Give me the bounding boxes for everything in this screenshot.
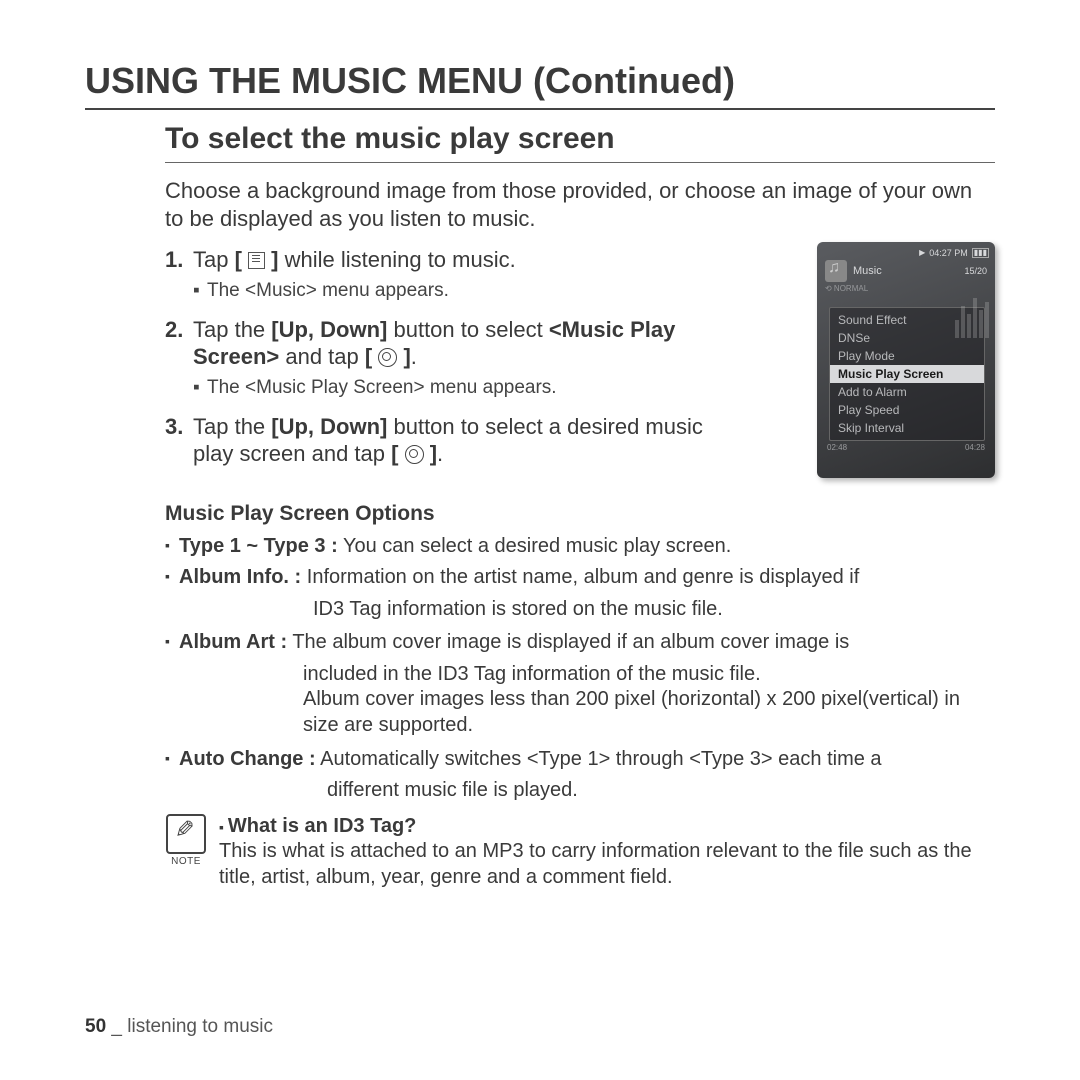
device-menu-item: Skip Interval	[830, 419, 984, 437]
option-album-art: ▪Album Art : The album cover image is di…	[165, 630, 995, 656]
option-type: ▪Type 1 ~ Type 3 : You can select a desi…	[165, 534, 995, 560]
note-question: What is an ID3 Tag?	[228, 815, 417, 837]
page-title: USING THE MUSIC MENU (Continued)	[85, 60, 995, 110]
menu-icon	[248, 252, 265, 269]
step-3: 3. Tap the [Up, Down] button to select a…	[165, 413, 725, 468]
step-1-sub: ▪The <Music> menu appears.	[193, 280, 725, 302]
note-icon	[166, 814, 206, 854]
device-menu-item: Music Play Screen	[830, 365, 984, 383]
option-auto-change-cont: different music file is played.	[327, 778, 995, 804]
select-icon	[378, 348, 397, 367]
note-body: This is what is attached to an MP3 to ca…	[219, 840, 972, 888]
track-count: 15/20	[964, 266, 987, 276]
step-2: 2. Tap the [Up, Down] button to select <…	[165, 316, 725, 371]
note-block: NOTE ▪ What is an ID3 Tag? This is what …	[165, 814, 995, 891]
time-elapsed: 02:48	[827, 443, 847, 452]
music-note-icon	[825, 260, 847, 282]
select-icon	[405, 445, 424, 464]
device-menu-item: Play Speed	[830, 401, 984, 419]
option-auto-change: ▪Auto Change : Automatically switches <T…	[165, 747, 995, 773]
equalizer-icon	[955, 290, 991, 338]
option-album-info: ▪Album Info. : Information on the artist…	[165, 565, 995, 591]
device-menu-item: Play Mode	[830, 347, 984, 365]
section-title: To select the music play screen	[165, 122, 995, 163]
options-heading: Music Play Screen Options	[165, 502, 995, 526]
device-time: 04:27 PM	[929, 248, 968, 258]
step-2-sub: ▪The <Music Play Screen> menu appears.	[193, 377, 725, 399]
note-label: NOTE	[165, 856, 207, 867]
step-1: 1. Tap [ ] while listening to music.	[165, 246, 725, 274]
device-music-label: Music	[853, 265, 882, 277]
battery-icon: ▮▮▮	[972, 248, 989, 258]
intro-text: Choose a background image from those pro…	[165, 177, 995, 232]
option-album-art-cont: included in the ID3 Tag information of t…	[303, 662, 995, 739]
page-footer: 50 _ listening to music	[85, 1016, 273, 1038]
time-total: 04:28	[965, 443, 985, 452]
option-album-info-cont: ID3 Tag information is stored on the mus…	[313, 597, 995, 623]
device-menu-item: Add to Alarm	[830, 383, 984, 401]
device-preview: ▶ 04:27 PM ▮▮▮ Music 15/20 ⟲ NORMAL Soun…	[817, 242, 995, 478]
